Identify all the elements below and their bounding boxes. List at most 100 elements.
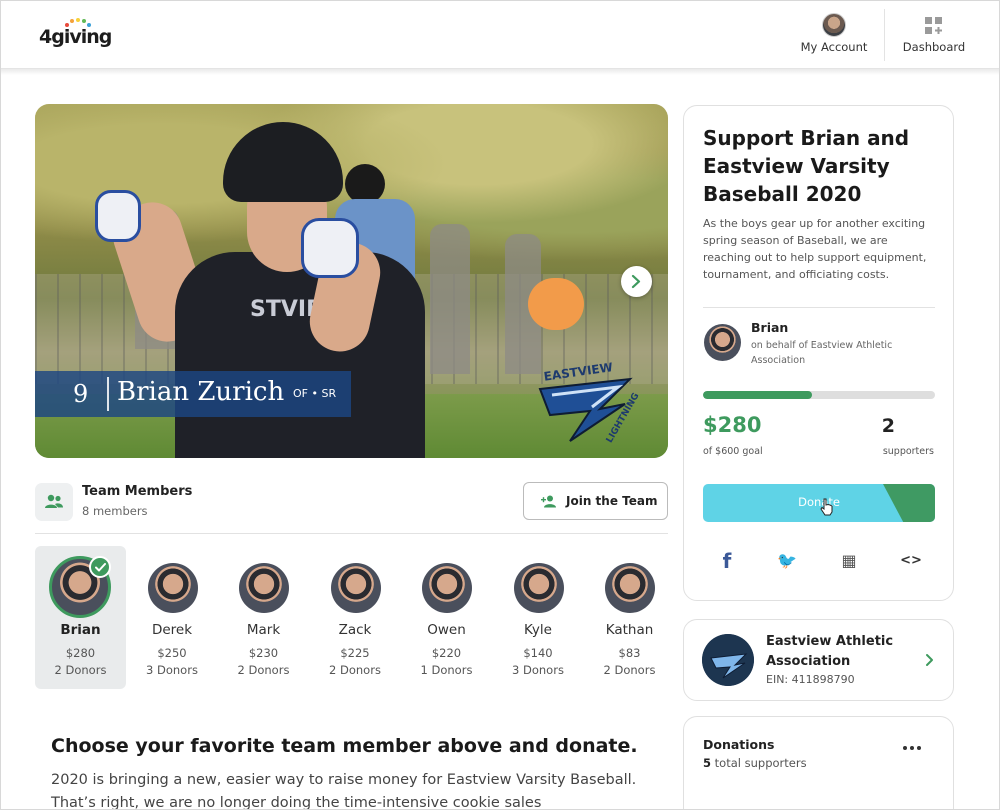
donations-supporters: 5 total supporters [703, 756, 807, 770]
member-name: Owen [427, 622, 466, 638]
member-name: Brian [60, 622, 101, 638]
hero-next-button[interactable] [621, 266, 652, 297]
organization-card[interactable]: Eastview Athletic Association EIN: 41189… [683, 619, 954, 701]
member-avatar [147, 563, 198, 613]
choose-member-heading: Choose your favorite team member above a… [51, 735, 638, 757]
campaign-description: As the boys gear up for another exciting… [703, 217, 927, 281]
member-donors: 3 Donors [512, 663, 564, 677]
fundraiser-name: Brian [751, 320, 789, 335]
campaign-story-text: 2020 is bringing a new, easier way to ra… [51, 772, 637, 810]
member-name: Derek [151, 622, 193, 638]
player-number: 9 [73, 380, 89, 408]
donations-count: 5 [703, 756, 712, 770]
chevron-right-icon [926, 654, 933, 666]
member-amount: $250 [157, 646, 187, 660]
member-avatar [605, 563, 655, 613]
campaign-card: Support Brian and Eastview Varsity Baseb… [683, 105, 954, 601]
member-name: Zack [338, 622, 372, 638]
goal-progress-bar [703, 391, 935, 399]
card-divider [703, 307, 935, 308]
fundraiser-behalf: on behalf of Eastview Athletic Associati… [751, 340, 893, 366]
member-amount: $280 [65, 646, 96, 660]
my-account-link[interactable]: My Account [791, 1, 877, 69]
donate-button[interactable]: Donate [703, 484, 935, 522]
supporters-count: 2 [881, 415, 895, 437]
goal-amount: of $600 goal [703, 446, 763, 457]
header-divider [884, 9, 885, 61]
dashboard-grid-icon [925, 17, 942, 34]
member-name: Kyle [524, 622, 552, 638]
svg-text:EASTVIEW: EASTVIEW [543, 360, 614, 384]
member-avatar [513, 563, 564, 613]
goal-progress-fill [703, 391, 813, 399]
batting-glove-left [95, 190, 141, 242]
member-donors: 2 Donors [237, 663, 290, 677]
member-donors: 3 Donors [146, 663, 198, 677]
member-donors: 2 Donors [603, 663, 656, 677]
qr-code-icon-glyph: ▦ [841, 551, 857, 570]
team-members-count: 8 members [82, 504, 148, 518]
campaign-title: Support Brian and Eastview Varsity Baseb… [703, 126, 910, 206]
organization-ein: EIN: 411898790 [766, 673, 855, 686]
join-team-label: Join the Team [566, 494, 658, 508]
eastview-lightning-logo: EASTVIEW LIGHTNING [538, 360, 640, 444]
donate-label: Donate [798, 495, 840, 509]
team-members-icon [35, 483, 73, 521]
top-header: 4giving My Account Dashboard [1, 1, 999, 69]
team-member-kathan[interactable]: Kathan $83 2 Donors [584, 546, 675, 689]
supporters-label: supporters [882, 446, 934, 457]
dashboard-link[interactable]: Dashboard [891, 1, 977, 69]
amount-raised: $280 [703, 413, 762, 437]
member-amount: $83 [618, 646, 641, 660]
team-member-brian[interactable]: Brian $280 2 Donors [35, 546, 126, 689]
player-name: Brian Zurich [117, 377, 285, 407]
embed-code-icon[interactable]: <> [900, 550, 922, 572]
player-position: OF • SR [293, 387, 337, 400]
dashboard-label: Dashboard [902, 40, 966, 54]
facebook-icon-glyph: f [722, 549, 732, 573]
team-member-owen[interactable]: Owen $220 1 Donors [401, 546, 492, 689]
logo-text: 4giving [39, 26, 112, 48]
member-amount: $140 [523, 646, 553, 660]
member-avatar [422, 563, 472, 613]
batting-glove-right [301, 218, 359, 278]
donations-title: Donations [703, 737, 775, 752]
team-member-mark[interactable]: Mark $230 2 Donors [218, 546, 309, 689]
join-team-button[interactable]: Join the Team [523, 482, 668, 520]
more-options-icon[interactable] [903, 743, 923, 753]
member-donors: 2 Donors [329, 663, 381, 677]
embed-code-icon-glyph: <> [900, 553, 922, 568]
fundraiser-avatar [704, 324, 741, 361]
team-member-derek[interactable]: Derek $250 3 Donors [127, 546, 218, 689]
facebook-icon[interactable]: f [716, 550, 738, 572]
banner-separator [107, 377, 109, 411]
team-divider [35, 533, 668, 534]
member-amount: $225 [340, 646, 370, 660]
organization-name: Eastview Athletic Association [766, 634, 894, 669]
member-amount: $220 [431, 646, 462, 660]
logo-4giving[interactable]: 4giving [37, 17, 117, 49]
donations-card: Donations 5 total supporters [683, 716, 954, 809]
member-name: Mark [246, 622, 281, 638]
my-account-label: My Account [800, 40, 868, 54]
twitter-icon[interactable]: 🐦 [776, 550, 798, 572]
donations-count-suffix: total supporters [711, 756, 807, 770]
selected-check-icon [89, 556, 111, 578]
team-member-kyle[interactable]: Kyle $140 3 Donors [493, 546, 584, 689]
member-donors: 2 Donors [54, 663, 107, 677]
qr-code-icon[interactable]: ▦ [838, 550, 860, 572]
header-shadow [1, 69, 999, 75]
member-avatar [239, 563, 289, 613]
twitter-icon-glyph: 🐦 [777, 551, 797, 570]
batting-helmet [223, 122, 343, 202]
hero-photo: STVIEW 9 Brian Zurich OF • SR EASTVIEW L… [35, 104, 668, 458]
hand-cursor-icon [820, 498, 833, 516]
player-name-banner: 9 Brian Zurich OF • SR [35, 371, 351, 417]
organization-logo [702, 634, 754, 686]
team-member-zack[interactable]: Zack $225 2 Donors [310, 546, 401, 689]
people-icon [45, 494, 63, 508]
chevron-right-icon [631, 274, 641, 289]
background-person-orange [528, 278, 584, 330]
member-avatar [330, 563, 381, 613]
account-avatar [822, 13, 846, 37]
